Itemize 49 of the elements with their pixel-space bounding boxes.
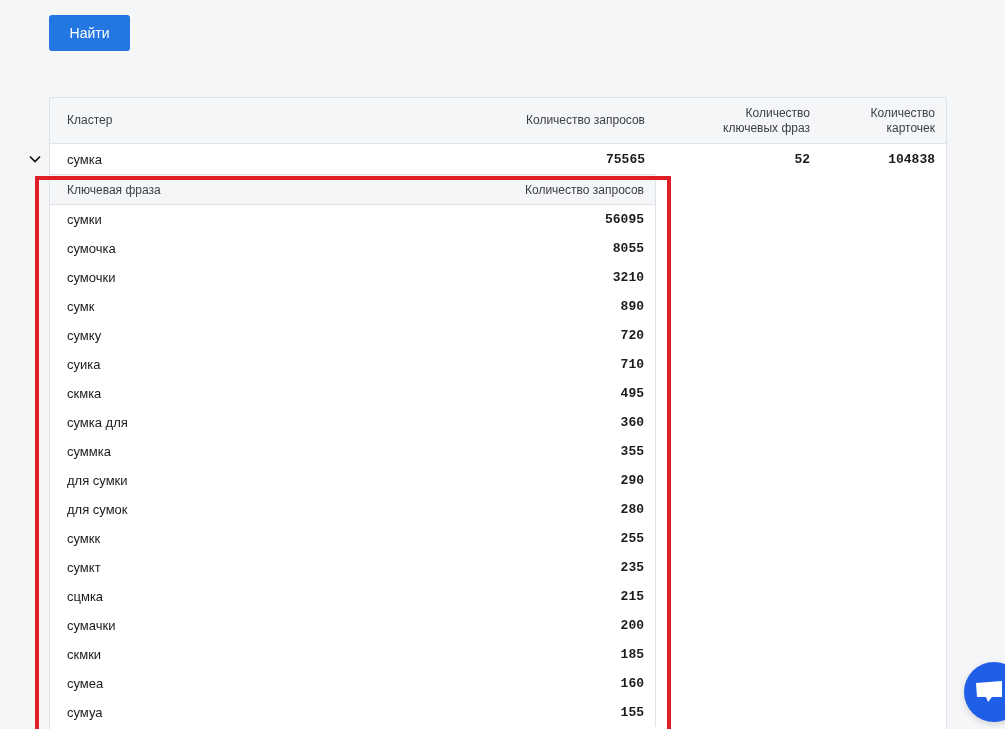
- table-cell: 160: [620, 676, 644, 691]
- table-cell: сумкк: [67, 531, 101, 546]
- table-cell: 890: [620, 299, 644, 314]
- table-cell-text: 75565: [605, 151, 646, 167]
- column-header: Количество запросов: [525, 113, 646, 128]
- table-cell: 255: [620, 531, 644, 546]
- column-header: Количество ключевых фраз: [722, 105, 811, 136]
- table-cell: сумеа: [67, 676, 104, 691]
- table-cell: 155: [620, 705, 644, 720]
- table-cell: 355: [620, 444, 644, 459]
- table-cell: 495: [620, 386, 644, 401]
- table-cell: сумочка: [67, 241, 116, 256]
- table-cell: 280: [620, 502, 644, 517]
- column-header: Количество запросов: [525, 182, 644, 197]
- table-cell: сумк: [67, 299, 95, 314]
- search-button[interactable]: Найти: [49, 15, 130, 51]
- table-cell: 3210: [612, 270, 644, 285]
- table-cell: 710: [620, 357, 644, 372]
- table-cell: сумки: [67, 212, 102, 227]
- table-cell: сумачки: [67, 618, 116, 633]
- table-cell: сумка для: [67, 415, 128, 430]
- table-cell: для сумки: [67, 473, 128, 488]
- table-cell: суммка: [67, 444, 111, 459]
- column-header: Кластер: [66, 113, 114, 128]
- table-cell: 215: [620, 589, 644, 604]
- chat-icon: [974, 680, 1004, 704]
- table-cell-text: 104838: [887, 151, 936, 167]
- table-cell-text: 52: [793, 151, 811, 167]
- table-cell: сумочки: [67, 270, 116, 285]
- table-cell: скмки: [67, 647, 102, 662]
- table-cell: 290: [620, 473, 644, 488]
- table-cell: 360: [620, 415, 644, 430]
- chevron-icon[interactable]: [29, 155, 41, 163]
- table-cell: 235: [620, 560, 644, 575]
- table-cell: 8055: [612, 241, 644, 256]
- table-cell-text: сумка: [66, 151, 103, 167]
- table-cell: для сумок: [67, 502, 128, 517]
- table-cell: сумку: [67, 328, 102, 343]
- table-cell: скмка: [67, 386, 102, 401]
- table-cell: 185: [620, 647, 644, 662]
- column-header: Количество карточек: [869, 105, 936, 136]
- table-cell: сумуа: [67, 705, 103, 720]
- table-cell: 720: [620, 328, 644, 343]
- table-cell: 200: [620, 618, 644, 633]
- table-cell: сцмка: [67, 589, 104, 604]
- table-cell: сумкт: [67, 560, 101, 575]
- column-header: Ключевая фраза: [67, 182, 161, 197]
- table-cell: суика: [67, 357, 101, 372]
- table-cell: 56095: [605, 212, 644, 227]
